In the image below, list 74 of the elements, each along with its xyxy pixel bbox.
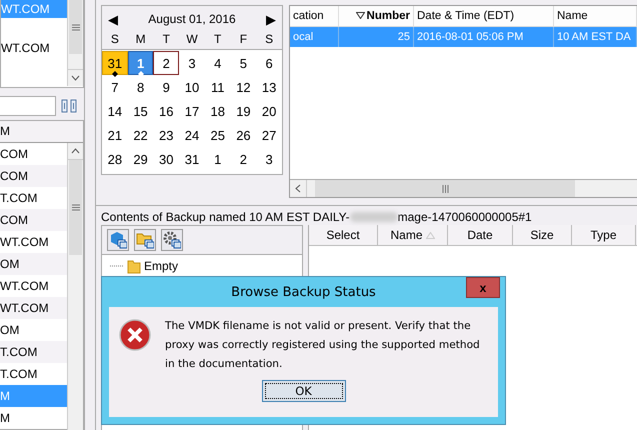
- calendar-day[interactable]: 24: [179, 123, 205, 147]
- weekday-label: F: [238, 31, 248, 48]
- calendar-day[interactable]: 31: [102, 51, 128, 75]
- calendar-day[interactable]: 28: [102, 147, 128, 171]
- calendar-day[interactable]: 26: [230, 123, 256, 147]
- column-header[interactable]: Name: [378, 225, 448, 246]
- weekday-label: M: [134, 31, 147, 48]
- calendar-day[interactable]: 8: [128, 75, 154, 99]
- column-header[interactable]: M: [0, 121, 83, 143]
- list-item[interactable]: WT.COM: [1, 39, 67, 57]
- table-row[interactable]: T.COM: [0, 363, 67, 385]
- calendar-day[interactable]: 3: [256, 147, 282, 171]
- calendar-day[interactable]: 30: [153, 147, 180, 171]
- calendar-day[interactable]: 11: [204, 75, 231, 99]
- column-header[interactable]: Name: [554, 6, 637, 27]
- dialog-title: Browse Backup Status: [231, 284, 376, 300]
- calendar-day[interactable]: 2: [230, 147, 256, 171]
- calendar-day[interactable]: 14: [102, 99, 128, 123]
- weekday-label: S: [264, 31, 274, 48]
- column-header[interactable]: Type: [572, 225, 636, 246]
- calendar-day[interactable]: 20: [256, 99, 282, 123]
- calendar-day[interactable]: 23: [153, 123, 180, 147]
- calendar-day[interactable]: 31: [179, 147, 205, 171]
- calendar-day[interactable]: 9: [153, 75, 180, 99]
- next-month-button[interactable]: ▶: [266, 12, 276, 26]
- calendar-day[interactable]: 18: [204, 99, 231, 123]
- calendar-day[interactable]: 2: [153, 51, 180, 75]
- table-row[interactable]: OM: [0, 319, 67, 341]
- ok-button[interactable]: OK: [262, 380, 346, 402]
- calendar-day[interactable]: 21: [102, 123, 128, 147]
- column-header[interactable]: cation: [290, 6, 339, 27]
- calendar-day[interactable]: 13: [256, 75, 282, 99]
- calendar-day[interactable]: 15: [128, 99, 154, 123]
- calendar-day[interactable]: 4: [204, 51, 231, 75]
- table-row[interactable]: WT.COM: [0, 231, 67, 253]
- table-row[interactable]: T.COM: [0, 341, 67, 363]
- month-title: August 01, 2016: [148, 12, 236, 26]
- calendar-day[interactable]: 7: [102, 75, 128, 99]
- contents-label: mage-1470060000005#1: [398, 209, 532, 225]
- calendar-day[interactable]: 22: [128, 123, 154, 147]
- table-row[interactable]: COM: [0, 143, 67, 165]
- table-row[interactable]: OM: [0, 253, 67, 275]
- column-header[interactable]: Number: [339, 6, 414, 27]
- calendar-day[interactable]: 5: [230, 51, 256, 75]
- column-header[interactable]: Date: [448, 225, 513, 246]
- table-row[interactable]: WT.COM: [0, 275, 67, 297]
- table-row[interactable]: T.COM: [0, 187, 67, 209]
- tree-item[interactable]: Empty: [144, 259, 178, 273]
- weekday-label: T: [213, 31, 222, 48]
- table-row[interactable]: COM: [0, 165, 67, 187]
- calendar-day[interactable]: 10: [179, 75, 205, 99]
- contents-label: Contents of Backup named 10 AM EST DAILY-: [101, 209, 350, 225]
- column-header[interactable]: Select: [309, 225, 378, 246]
- column-header[interactable]: Date & Time (EDT): [414, 6, 554, 27]
- calendar-day[interactable]: 27: [256, 123, 282, 147]
- table-row[interactable]: M: [0, 407, 67, 429]
- weekday-label: T: [162, 31, 171, 48]
- calendar-day[interactable]: 25: [204, 123, 231, 147]
- table-row[interactable]: WT.COM: [0, 297, 67, 319]
- close-button[interactable]: x: [466, 277, 500, 298]
- calendar-day[interactable]: 1: [204, 147, 231, 171]
- calendar-day[interactable]: 19: [230, 99, 256, 123]
- calendar-day[interactable]: 3: [179, 51, 205, 75]
- calendar-day[interactable]: 29: [128, 147, 154, 171]
- column-header[interactable]: Size: [513, 225, 572, 246]
- calendar-day[interactable]: 16: [153, 99, 180, 123]
- weekday-label: S: [110, 31, 120, 48]
- error-message: The VMDK filename is not valid or present. Verify that the proxy was correctly registered using the supported method in the documentation.: [165, 319, 481, 372]
- previous-month-button[interactable]: ◀: [108, 12, 118, 26]
- calendar-day[interactable]: 6: [256, 51, 282, 75]
- weekday-label: W: [185, 31, 199, 48]
- calendar-day[interactable]: 12: [230, 75, 256, 99]
- calendar-day[interactable]: 17: [179, 99, 205, 123]
- table-row[interactable]: COM: [0, 209, 67, 231]
